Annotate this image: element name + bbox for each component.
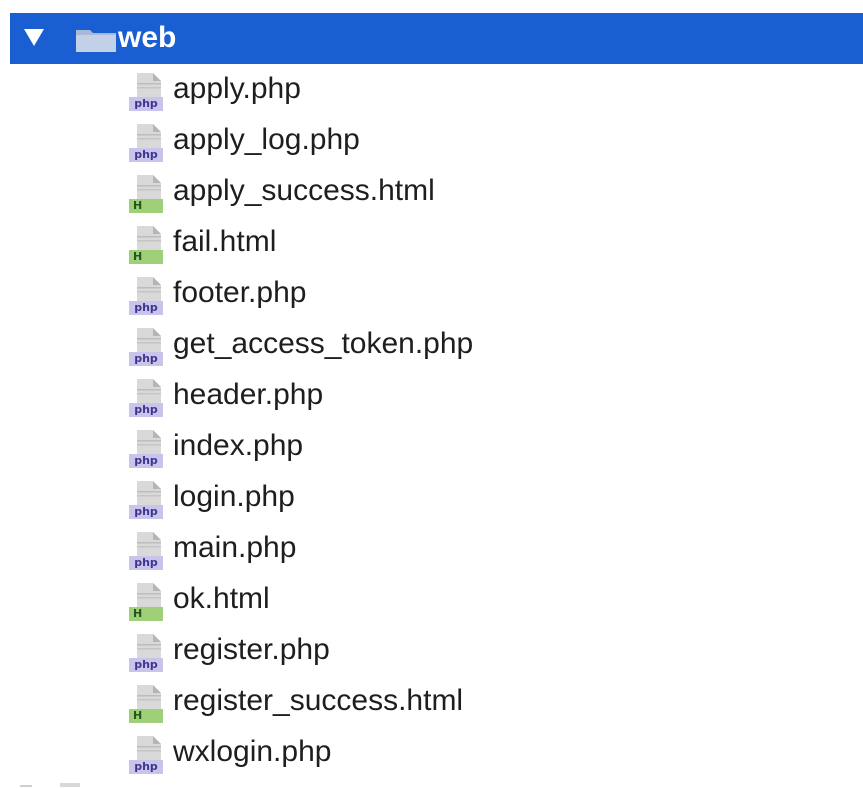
file-type-badge: php <box>129 403 163 417</box>
html-file-icon: H <box>127 685 163 725</box>
file-item[interactable]: php footer.php <box>0 268 863 319</box>
php-file-icon: php <box>127 379 163 419</box>
file-type-badge: H <box>129 607 163 621</box>
file-item[interactable]: Hok.html <box>0 574 863 625</box>
php-file-icon: php <box>127 481 163 521</box>
php-file-icon: php <box>127 430 163 470</box>
php-file-icon: php <box>127 124 163 164</box>
file-name: wxlogin.php <box>173 735 332 768</box>
file-tree: web php apply.php php apply_log.php Happly_s… <box>0 0 863 788</box>
php-file-icon: php <box>127 277 163 317</box>
file-item[interactable]: php main.php <box>0 523 863 574</box>
file-name: apply_success.html <box>173 174 435 207</box>
file-type-badge: php <box>129 97 163 111</box>
file-name: register.php <box>173 633 330 666</box>
file-item[interactable]: php apply.php <box>0 64 863 115</box>
partial-row-fragment <box>20 783 80 787</box>
file-list: php apply.php php apply_log.php Happly_succe… <box>0 64 863 778</box>
php-file-icon: php <box>127 73 163 113</box>
file-item[interactable]: php login.php <box>0 472 863 523</box>
file-type-badge: H <box>129 709 163 723</box>
file-type-badge: php <box>129 658 163 672</box>
file-type-badge: php <box>129 301 163 315</box>
file-name: fail.html <box>173 225 277 258</box>
html-file-icon: H <box>127 226 163 266</box>
file-type-badge: php <box>129 760 163 774</box>
file-item[interactable]: php register.php <box>0 625 863 676</box>
file-item[interactable]: php get_access_token.php <box>0 319 863 370</box>
file-type-badge: php <box>129 505 163 519</box>
file-name: apply_log.php <box>173 123 360 156</box>
file-item[interactable]: Hfail.html <box>0 217 863 268</box>
html-file-icon: H <box>127 175 163 215</box>
php-file-icon: php <box>127 736 163 776</box>
file-type-badge: H <box>129 250 163 264</box>
php-file-icon: php <box>127 328 163 368</box>
file-name: main.php <box>173 531 297 564</box>
file-type-badge: php <box>129 148 163 162</box>
triangle-down-icon[interactable] <box>24 29 44 46</box>
file-name: login.php <box>173 480 295 513</box>
file-name: header.php <box>173 378 324 411</box>
file-name: footer.php <box>173 276 307 309</box>
file-item[interactable]: php index.php <box>0 421 863 472</box>
file-type-badge: php <box>129 556 163 570</box>
file-name: apply.php <box>173 72 301 105</box>
folder-name: web <box>118 21 177 54</box>
file-type-badge: php <box>129 352 163 366</box>
php-file-icon: php <box>127 634 163 674</box>
file-name: index.php <box>173 429 304 462</box>
folder-icon <box>76 30 116 52</box>
file-item[interactable]: Happly_success.html <box>0 166 863 217</box>
html-file-icon: H <box>127 583 163 623</box>
file-name: register_success.html <box>173 684 464 717</box>
file-item[interactable]: php wxlogin.php <box>0 727 863 778</box>
file-item[interactable]: php apply_log.php <box>0 115 863 166</box>
folder-row-web[interactable]: web <box>10 13 863 64</box>
file-type-badge: H <box>129 199 163 213</box>
file-item[interactable]: php header.php <box>0 370 863 421</box>
php-file-icon: php <box>127 532 163 572</box>
file-name: ok.html <box>173 582 270 615</box>
file-name: get_access_token.php <box>173 327 474 360</box>
file-item[interactable]: Hregister_success.html <box>0 676 863 727</box>
file-type-badge: php <box>129 454 163 468</box>
